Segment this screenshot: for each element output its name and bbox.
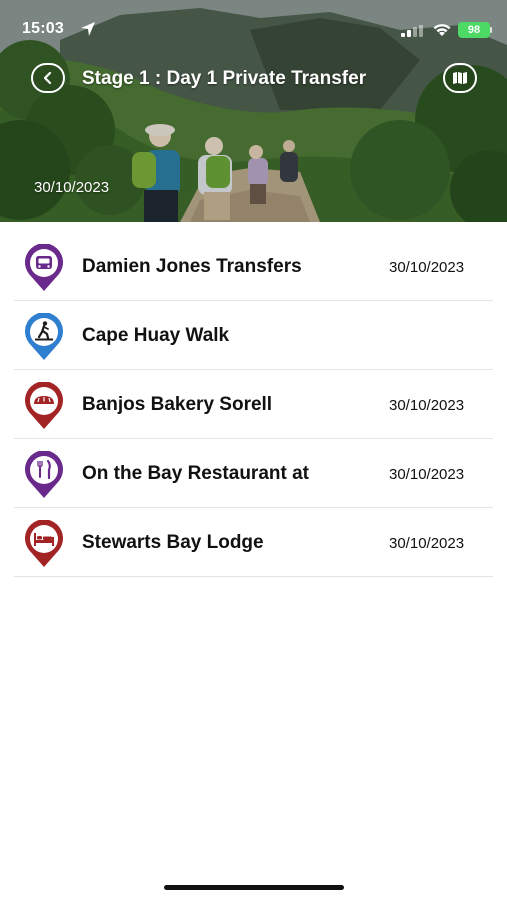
chevron-left-icon [43,71,52,85]
list-item[interactable]: On the Bay Restaurant at 30/10/2023 [0,439,507,508]
item-date: 30/10/2023 [389,397,465,414]
list-item[interactable]: Damien Jones Transfers 30/10/2023 [0,232,507,301]
map-icon [453,72,467,84]
bed-icon [25,520,63,567]
wifi-icon [433,24,451,36]
item-title: Damien Jones Transfers [82,256,302,277]
list-item[interactable]: Stewarts Bay Lodge 30/10/2023 [0,508,507,577]
page-title: Stage 1 : Day 1 Private Transfer [82,68,367,89]
header-hero: 15:03 98 Stage 1 : Day 1 Private Transfe… [0,0,507,222]
back-button[interactable] [31,63,65,93]
battery-tip [490,27,492,33]
map-button[interactable] [443,63,477,93]
bus-icon [25,244,63,291]
list-item[interactable]: Banjos Bakery Sorell 30/10/2023 [0,370,507,439]
location-arrow-icon [81,22,95,36]
item-title: Cape Huay Walk [82,325,230,346]
item-date: 30/10/2023 [389,259,465,276]
item-title: On the Bay Restaurant at [82,463,309,484]
cutlery-icon [25,451,63,498]
divider [14,576,493,577]
bread-icon [25,382,63,429]
item-title: Banjos Bakery Sorell [82,394,273,415]
hiker-icon [25,313,63,360]
status-time: 15:03 [22,20,64,37]
item-date: 30/10/2023 [389,466,465,483]
battery-level: 98 [467,24,481,36]
cellular-signal-icon [401,25,423,37]
home-indicator[interactable] [164,885,344,890]
battery-indicator: 98 [458,22,490,38]
list-item[interactable]: Cape Huay Walk [0,301,507,370]
header-date: 30/10/2023 [34,179,110,196]
itinerary-list: Damien Jones Transfers 30/10/2023 Cape H… [0,232,507,577]
item-date: 30/10/2023 [389,535,465,552]
item-title: Stewarts Bay Lodge [82,532,264,553]
status-bar: 15:03 98 [0,0,507,52]
